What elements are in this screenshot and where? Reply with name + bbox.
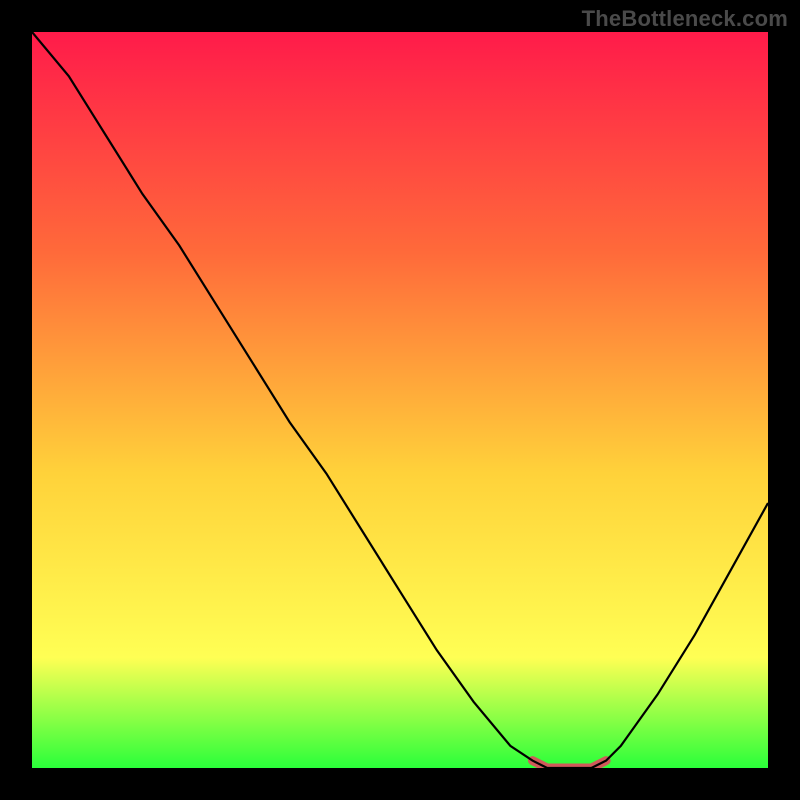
plot-area [32, 32, 768, 768]
chart-frame: TheBottleneck.com [0, 0, 800, 800]
chart-svg [32, 32, 768, 768]
gradient-background [32, 32, 768, 768]
watermark-text: TheBottleneck.com [582, 6, 788, 32]
